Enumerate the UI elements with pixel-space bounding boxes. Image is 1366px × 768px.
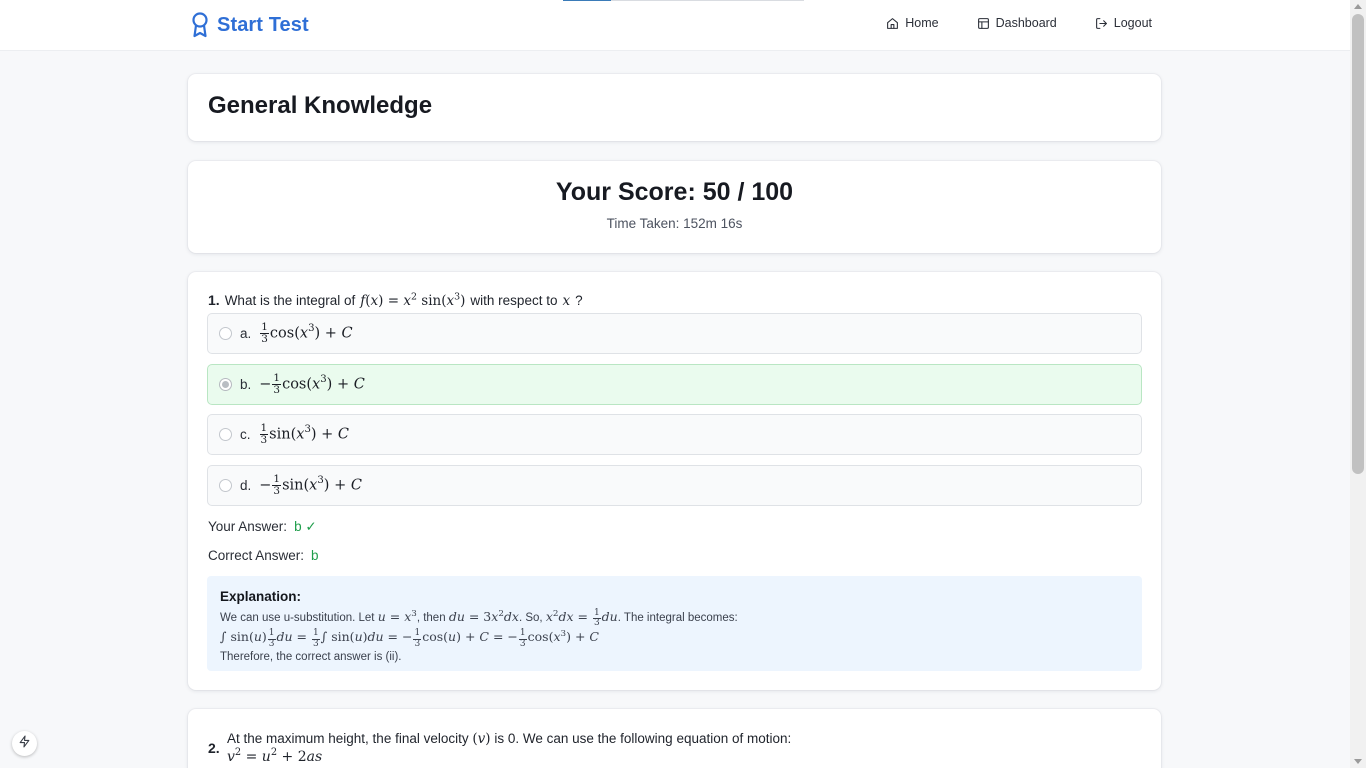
app-title: Start Test bbox=[217, 13, 309, 36]
correct-answer-row: Correct Answer: b bbox=[208, 548, 319, 563]
question-prefix: What is the integral of bbox=[224, 293, 356, 308]
option-c[interactable]: c. 1 3 sin(x3) + C bbox=[207, 414, 1142, 455]
question-formula: f(x) = x2 sin(x3) bbox=[360, 291, 466, 309]
home-icon bbox=[886, 17, 899, 30]
explanation-text-4: . The integral becomes: bbox=[617, 612, 738, 624]
explanation-line-1: We can use u-substitution. Let u = x3, t… bbox=[220, 608, 1129, 628]
nav-logout[interactable]: Logout bbox=[1095, 16, 1152, 30]
explanation-conclusion: Therefore, the correct answer is (ii). bbox=[220, 650, 402, 663]
explanation-formula-2: du = 3x2dx bbox=[448, 608, 519, 624]
dashboard-icon bbox=[977, 17, 990, 30]
question-variable: x bbox=[562, 293, 571, 309]
question-1-text: 1. What is the integral of f(x) = x2 sin… bbox=[208, 292, 583, 309]
scroll-up-arrow-icon[interactable] bbox=[1354, 4, 1362, 9]
explanation-formula-1: u = x3 bbox=[377, 608, 417, 624]
option-d[interactable]: d. −1 3 sin(x3) + C bbox=[207, 465, 1142, 506]
floating-action-button[interactable] bbox=[12, 731, 37, 756]
time-taken: Time Taken: 152m 16s bbox=[606, 216, 743, 231]
option-c-radio[interactable] bbox=[219, 428, 232, 441]
question-2-variable: (v) bbox=[472, 731, 491, 747]
brand[interactable]: Start Test bbox=[191, 12, 309, 38]
award-ribbon-icon bbox=[191, 12, 209, 38]
question-2-text: At the maximum height, the final velocit… bbox=[227, 731, 791, 747]
question-middle: with respect to bbox=[470, 293, 558, 308]
option-a[interactable]: a. 1 3 cos(x3) + C bbox=[207, 313, 1142, 354]
correct-answer-value: b bbox=[311, 548, 319, 563]
option-a-formula: 1 3 cos(x3) + C bbox=[260, 321, 353, 345]
question-2-number: 2. bbox=[208, 740, 220, 756]
question-2-text-1: At the maximum height, the final velocit… bbox=[227, 731, 469, 746]
option-b-radio[interactable] bbox=[219, 378, 232, 391]
explanation-text-3: . So, bbox=[518, 612, 543, 624]
option-b-formula: −1 3 cos(x3) + C bbox=[259, 372, 365, 396]
your-answer-value: b ✓ bbox=[294, 519, 317, 534]
option-c-formula: 1 3 sin(x3) + C bbox=[259, 422, 350, 446]
question-card-1: 1. What is the integral of f(x) = x2 sin… bbox=[188, 272, 1161, 690]
scroll-down-arrow-icon[interactable] bbox=[1354, 759, 1362, 764]
option-a-radio[interactable] bbox=[219, 327, 232, 340]
nav-home[interactable]: Home bbox=[886, 16, 939, 30]
score-text: Your Score: 50 / 100 bbox=[555, 178, 794, 206]
page-scrollbar[interactable] bbox=[1350, 0, 1366, 768]
explanation-box: Explanation: We can use u-substitution. … bbox=[207, 576, 1142, 671]
question-number: 1. bbox=[208, 292, 220, 308]
option-d-radio[interactable] bbox=[219, 479, 232, 492]
loading-progress-bar bbox=[563, 0, 804, 1]
option-d-formula: −1 3 sin(x3) + C bbox=[259, 473, 362, 497]
question-2-text-2: is 0. We can use the following equation … bbox=[494, 731, 792, 746]
question-2-formula: v2 = u2 + 2as bbox=[227, 747, 323, 765]
explanation-title: Explanation: bbox=[220, 589, 302, 604]
your-answer-row: Your Answer: b ✓ bbox=[208, 519, 317, 535]
loading-progress-fill bbox=[563, 0, 612, 1]
main-nav: Home Dashboard Logout bbox=[886, 16, 1152, 30]
option-b[interactable]: b. −1 3 cos(x3) + C bbox=[207, 364, 1142, 405]
explanation-text-2: , then bbox=[416, 612, 446, 624]
option-c-letter: c. bbox=[240, 427, 251, 442]
nav-dashboard[interactable]: Dashboard bbox=[977, 16, 1057, 30]
nav-logout-label: Logout bbox=[1113, 16, 1152, 30]
bolt-icon bbox=[18, 735, 31, 753]
question-card-2: 2. At the maximum height, the final velo… bbox=[188, 709, 1161, 768]
test-title-card: General Knowledge bbox=[188, 74, 1161, 141]
logout-icon bbox=[1095, 17, 1108, 30]
question-suffix: ? bbox=[575, 293, 583, 308]
top-bar: Start Test Home Dashboard Logout bbox=[0, 0, 1350, 51]
option-a-letter: a. bbox=[240, 326, 252, 341]
your-answer-label: Your Answer: bbox=[208, 519, 288, 534]
scrollbar-thumb[interactable] bbox=[1352, 14, 1364, 474]
explanation-formula-4: ∫ sin(u) 1 3 du = 1 3 ∫ sin(u)du = −1 3 cos(u) … bbox=[220, 628, 599, 649]
explanation-formula-3: x2dx = 1 3 du bbox=[545, 607, 618, 629]
correct-answer-label: Correct Answer: bbox=[208, 548, 305, 563]
nav-dashboard-label: Dashboard bbox=[995, 16, 1057, 30]
option-d-letter: d. bbox=[240, 478, 252, 493]
explanation-text-1: We can use u-substitution. Let bbox=[220, 612, 375, 624]
option-b-letter: b. bbox=[240, 377, 252, 392]
score-card: Your Score: 50 / 100 Time Taken: 152m 16… bbox=[188, 161, 1161, 253]
explanation-line-2: ∫ sin(u) 1 3 du = 1 3 ∫ sin(u)du = −1 3 cos(u) … bbox=[220, 628, 1129, 648]
page-title: General Knowledge bbox=[208, 92, 433, 119]
nav-home-label: Home bbox=[905, 16, 939, 30]
